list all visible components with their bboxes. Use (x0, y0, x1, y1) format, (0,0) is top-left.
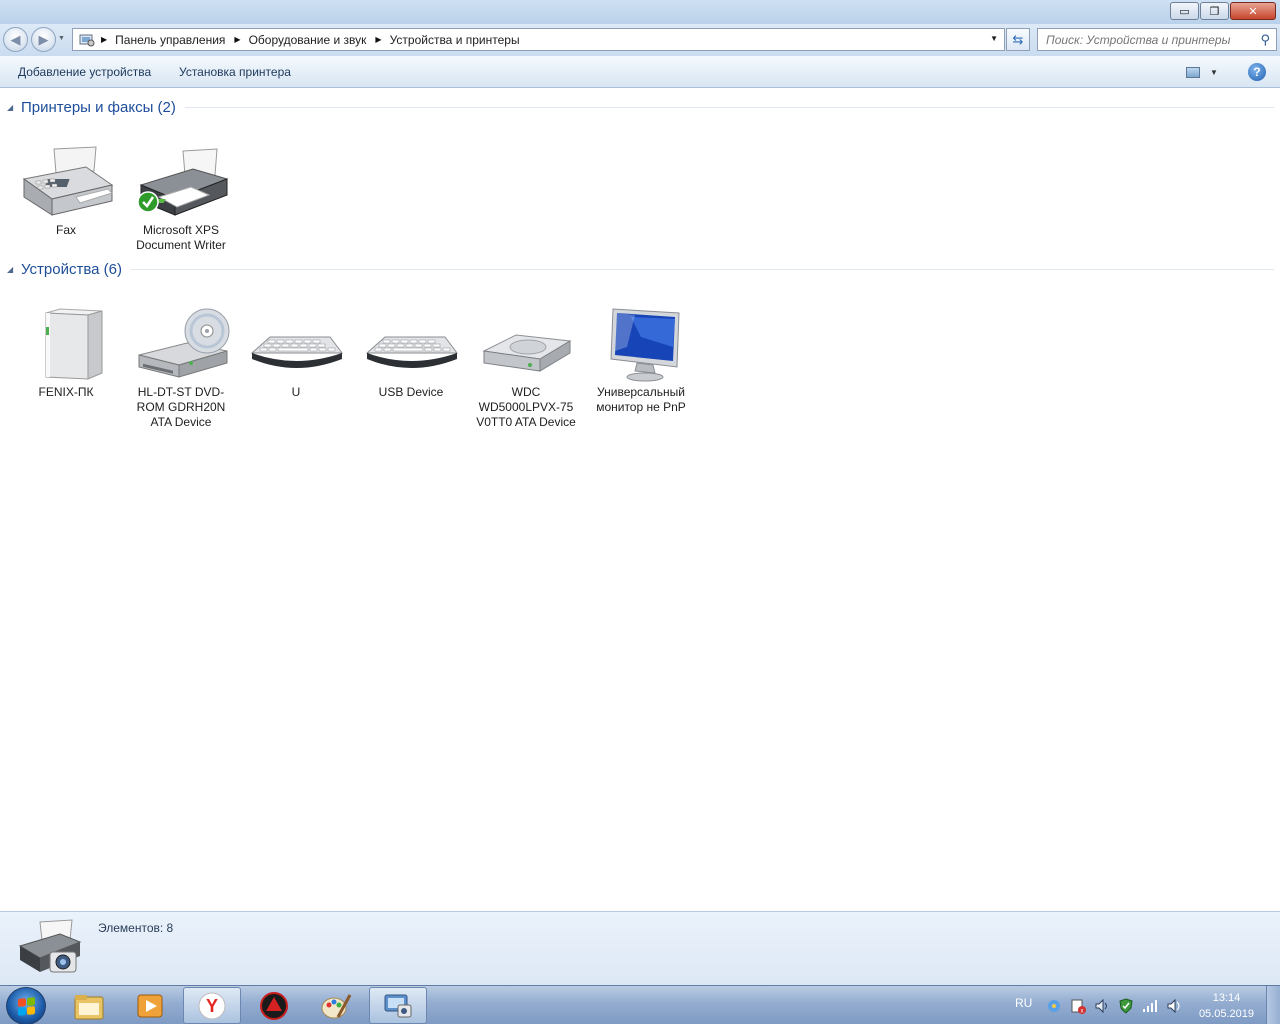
device-label: FENIX-ПК (38, 385, 94, 399)
device-label: U (291, 385, 301, 399)
language-indicator[interactable]: RU (1015, 996, 1032, 1010)
show-desktop-button[interactable] (1266, 986, 1280, 1024)
taskbar-yandex-browser[interactable]: Y (183, 987, 241, 1024)
add-device-button[interactable]: Добавление устройства (18, 65, 151, 79)
forward-arrow-icon: ▶ (38, 31, 49, 47)
group-divider (184, 106, 1274, 108)
printer-icon (131, 145, 231, 221)
explorer-icon (74, 994, 104, 1019)
clock[interactable]: 13:14 05.05.2019 (1199, 990, 1254, 1022)
help-button[interactable]: ? (1248, 63, 1266, 81)
device-label: Универсальный монитор не PnP (596, 385, 686, 414)
navigation-bar: ◀ ▶ ▼ ▶ Панель управления ▶ Оборудование… (0, 24, 1280, 56)
clock-time: 13:14 (1212, 992, 1241, 1004)
details-pane: Элементов: 8 (0, 911, 1280, 985)
device-item[interactable]: HL-DT-ST DVD-ROM GDRH20N ATA Device (126, 307, 236, 430)
svg-text:x: x (1081, 1009, 1084, 1015)
device-label: Fax (55, 223, 76, 237)
clock-date: 05.05.2019 (1198, 1008, 1254, 1020)
svg-text:Y: Y (206, 996, 218, 1016)
forward-button[interactable]: ▶ (31, 27, 56, 52)
keyboard-icon (246, 307, 346, 383)
taskbar-media-player[interactable] (121, 987, 179, 1024)
back-arrow-icon: ◀ (10, 31, 21, 47)
command-bar: Добавление устройства Установка принтера… (0, 56, 1280, 88)
view-icon (1186, 66, 1200, 78)
speaker-icon[interactable] (1166, 998, 1182, 1014)
game-app-icon (260, 991, 288, 1020)
signal-bars-icon[interactable] (1142, 998, 1158, 1014)
taskbar-paint[interactable] (307, 987, 365, 1024)
group-header-printers[interactable]: ◢ Принтеры и факсы (2) (0, 97, 1280, 117)
taskbar-game-app[interactable] (245, 987, 303, 1024)
devices-printers-icon (16, 918, 82, 980)
group-title[interactable]: Устройства (6) (21, 261, 122, 278)
device-item[interactable]: Microsoft XPS Document Writer (126, 145, 236, 253)
computer-tower-icon (16, 307, 116, 383)
system-tray: RU x 13:14 05.05.2019 (1000, 986, 1280, 1024)
media-player-icon (137, 994, 163, 1017)
device-label: WDC WD5000LPVX-75 V0TT0 ATA Device (476, 385, 576, 429)
search-icon[interactable]: ⚲ (1260, 32, 1270, 48)
network-settings-icon[interactable] (1046, 998, 1062, 1014)
chevron-down-icon[interactable]: ▼ (1210, 68, 1218, 77)
yandex-browser-icon: Y (198, 992, 226, 1019)
security-shield-icon[interactable] (1118, 998, 1134, 1014)
monitor-icon (591, 307, 691, 383)
device-label: HL-DT-ST DVD-ROM GDRH20N ATA Device (136, 385, 226, 429)
windows-logo-icon (18, 997, 35, 1016)
group-header-devices[interactable]: ◢ Устройства (6) (0, 259, 1280, 279)
recent-pages-dropdown[interactable]: ▼ (58, 35, 65, 42)
devices-printers-icon (384, 994, 412, 1017)
device-item[interactable]: WDC WD5000LPVX-75 V0TT0 ATA Device (471, 307, 581, 430)
breadcrumb-devices-printers[interactable]: Устройства и принтеры (390, 33, 520, 47)
breadcrumb-hardware-sound[interactable]: Оборудование и звук (249, 33, 367, 47)
search-input[interactable] (1046, 32, 1246, 47)
device-label: Microsoft XPS Document Writer (136, 223, 226, 252)
fax-icon (16, 145, 116, 221)
add-printer-button[interactable]: Установка принтера (179, 65, 291, 79)
device-item[interactable]: U (241, 307, 351, 400)
taskbar-devices-printers[interactable] (369, 987, 427, 1024)
breadcrumb-separator-icon[interactable]: ▶ (234, 35, 240, 44)
window-controls: ▭ ❐ ✕ (1170, 2, 1276, 20)
volume-icon[interactable] (1094, 998, 1110, 1014)
paint-icon (321, 993, 352, 1018)
breadcrumb-separator-icon[interactable]: ▶ (375, 35, 381, 44)
device-item[interactable]: USB Device (356, 307, 466, 400)
breadcrumb-control-panel[interactable]: Панель управления (115, 33, 225, 47)
taskbar: Y RU x 13:14 05.05.2019 (0, 985, 1280, 1024)
collapse-triangle-icon[interactable]: ◢ (7, 265, 21, 274)
back-button[interactable]: ◀ (3, 27, 28, 52)
hard-drive-icon (476, 307, 576, 383)
group-title[interactable]: Принтеры и факсы (2) (21, 99, 176, 116)
change-view-button[interactable]: ▼ (1186, 65, 1220, 79)
devices-view: ◢ Принтеры и факсы (2) Fax Microsoft XPS… (0, 89, 1280, 911)
keyboard-icon (361, 307, 461, 383)
search-box[interactable]: ⚲ (1037, 28, 1277, 51)
taskbar-explorer[interactable] (60, 987, 118, 1024)
collapse-triangle-icon[interactable]: ◢ (7, 103, 21, 112)
breadcrumb-separator-icon[interactable]: ▶ (101, 35, 107, 44)
group-divider (130, 268, 1274, 270)
device-item[interactable]: FENIX-ПК (11, 307, 121, 400)
action-center-icon[interactable]: x (1070, 998, 1086, 1014)
dvd-drive-icon (131, 307, 231, 383)
item-count: Элементов: 8 (98, 921, 174, 935)
device-item[interactable]: Универсальный монитор не PnP (586, 307, 696, 415)
address-dropdown-icon[interactable]: ▼ (990, 34, 998, 43)
default-check-icon (137, 191, 159, 213)
control-panel-icon (79, 33, 95, 47)
minimize-button[interactable]: ▭ (1170, 2, 1199, 20)
address-bar[interactable]: ▶ Панель управления ▶ Оборудование и зву… (72, 28, 1005, 51)
restore-button[interactable]: ❐ (1200, 2, 1229, 20)
device-item[interactable]: Fax (11, 145, 121, 238)
refresh-button[interactable]: ⇆ (1006, 28, 1030, 51)
close-button[interactable]: ✕ (1230, 2, 1276, 20)
start-button[interactable] (6, 987, 46, 1024)
device-label: USB Device (378, 385, 444, 399)
refresh-icon: ⇆ (1012, 31, 1024, 47)
title-bar: ▭ ❐ ✕ (0, 0, 1280, 24)
